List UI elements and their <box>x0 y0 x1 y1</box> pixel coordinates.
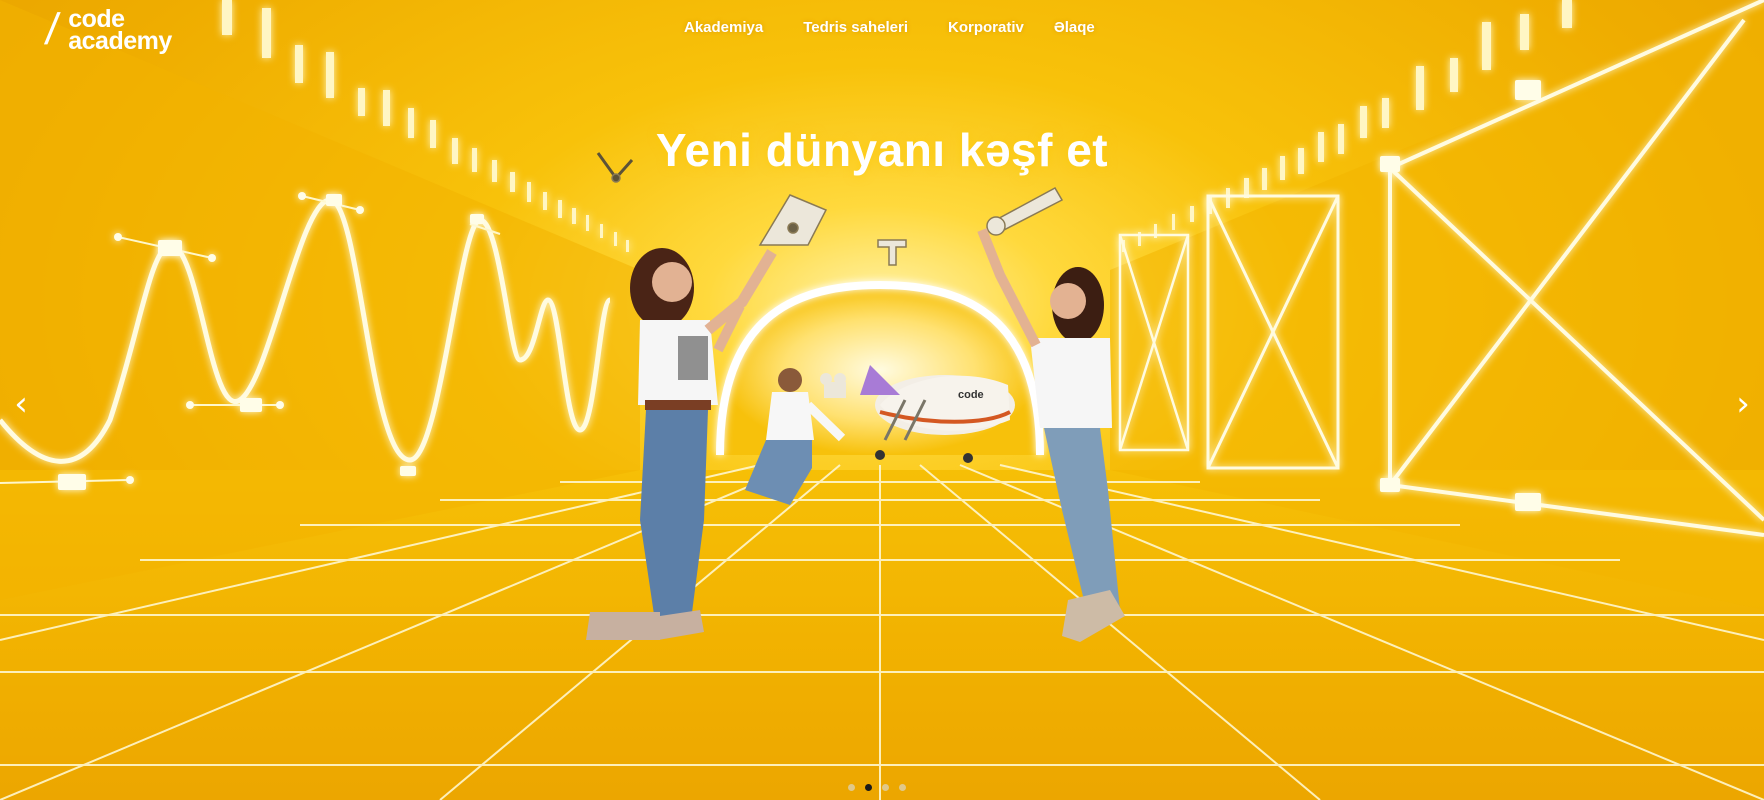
hero-headline: Yeni dünyanı kəşf et <box>655 124 1109 176</box>
hero-illustration: code <box>0 0 1764 800</box>
carousel-dot-1[interactable] <box>848 784 855 791</box>
carousel-next-button[interactable]: › <box>1728 384 1758 424</box>
carousel-dot-3[interactable] <box>882 784 889 791</box>
brand-logo[interactable]: / code academy <box>42 5 173 55</box>
chevron-left-icon: ‹ <box>14 384 28 424</box>
logo-text-bottom: academy <box>68 27 172 55</box>
logo-slash-icon: / <box>42 5 62 54</box>
nav-item-elaqe[interactable]: Əlaqe <box>1054 19 1095 36</box>
logo-wordmark: code academy <box>68 7 172 55</box>
main-nav: Akademiya Tedris saheleri Korporativ Əla… <box>684 19 1095 36</box>
nav-item-korporativ[interactable]: Korporativ <box>948 19 1024 36</box>
svg-text:code: code <box>958 389 984 401</box>
carousel-dots <box>848 784 906 791</box>
carousel-prev-button[interactable]: ‹ <box>6 384 36 424</box>
hero-banner: code / code academy Akademiya Tedris sah… <box>0 0 1764 800</box>
carousel-dot-4[interactable] <box>899 784 906 791</box>
nav-item-tedris-saheleri[interactable]: Tedris saheleri <box>803 19 908 36</box>
carousel-dot-2[interactable] <box>865 784 872 791</box>
nav-item-akademiya[interactable]: Akademiya <box>684 19 763 36</box>
chevron-right-icon: › <box>1736 384 1750 424</box>
